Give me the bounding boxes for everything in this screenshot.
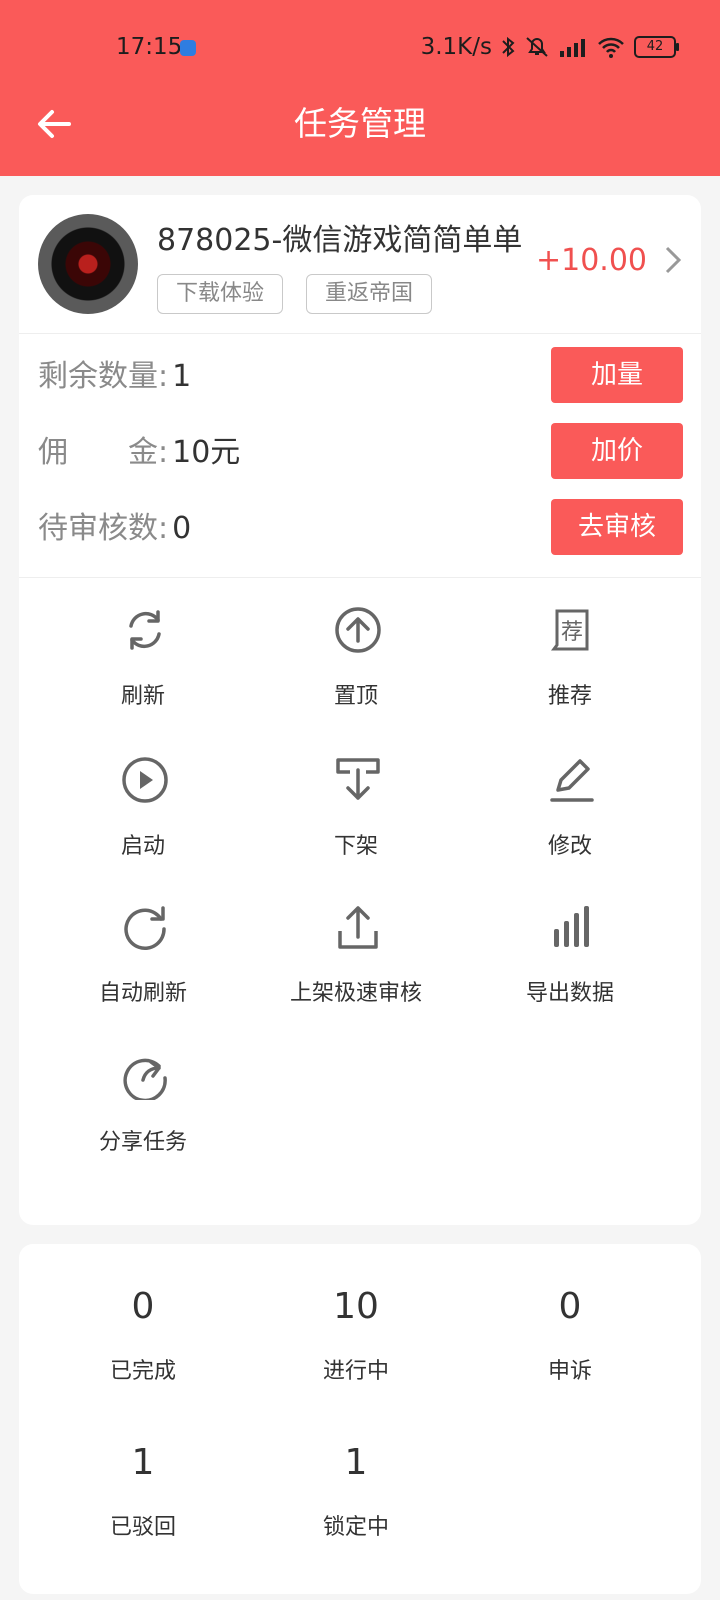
- stat-value: 1: [131, 1442, 155, 1483]
- page-title: 任务管理: [294, 104, 426, 143]
- recommend-icon: 荐: [551, 609, 589, 651]
- stat-value: 10: [333, 1286, 379, 1327]
- stat-locked[interactable]: 1 锁定中: [249, 1442, 463, 1541]
- go-review-button[interactable]: 去审核: [551, 499, 683, 555]
- op-fast-review[interactable]: 上架极速审核: [249, 875, 463, 1006]
- op-refresh[interactable]: 刷新: [36, 578, 250, 709]
- op-label: 置顶: [333, 684, 378, 709]
- stat-label: 进行中: [322, 1359, 389, 1384]
- commission-label: 佣 金:: [38, 435, 169, 470]
- op-label: 修改: [547, 834, 592, 859]
- task-tag: 重返帝国: [306, 274, 433, 314]
- op-label: 下架: [333, 834, 378, 859]
- commission-row: 佣 金: 10元: [38, 427, 240, 471]
- op-pin-top[interactable]: 置顶: [249, 578, 463, 709]
- remaining-label: 剩余数量:: [38, 359, 169, 394]
- app-header: 17:15 3.1K/s 42 任务管理: [0, 0, 720, 176]
- commission-value: 10元: [172, 435, 241, 470]
- battery-icon: 42: [634, 36, 679, 58]
- task-title: 878025-微信游戏简简单单: [157, 223, 523, 258]
- op-label: 推荐: [547, 684, 592, 709]
- stat-value: 0: [131, 1286, 155, 1327]
- stat-appeal[interactable]: 0 申诉: [463, 1286, 677, 1385]
- task-header[interactable]: 878025-微信游戏简简单单 下载体验 重返帝国 +10.00: [19, 195, 701, 334]
- op-start[interactable]: 启动: [36, 728, 250, 859]
- stat-completed[interactable]: 0 已完成: [36, 1286, 250, 1385]
- bar-chart-icon: [554, 906, 589, 947]
- auto-refresh-icon: [124, 906, 166, 950]
- remaining-row: 剩余数量: 1: [38, 351, 191, 395]
- op-recommend[interactable]: 荐 推荐: [463, 578, 677, 709]
- stat-value: 0: [558, 1286, 582, 1327]
- refresh-icon: [129, 610, 161, 650]
- status-bar: 17:15 3.1K/s 42: [0, 30, 720, 66]
- network-speed: 3.1K/s: [420, 34, 492, 60]
- stat-in-progress[interactable]: 10 进行中: [249, 1286, 463, 1385]
- status-right: 3.1K/s 42: [420, 34, 679, 60]
- op-edit[interactable]: 修改: [463, 728, 677, 859]
- task-avatar: [38, 214, 138, 314]
- bluetooth-icon: [502, 36, 515, 58]
- add-quantity-button[interactable]: 加量: [551, 347, 683, 403]
- stat-label: 已驳回: [109, 1515, 176, 1540]
- op-label: 启动: [120, 834, 165, 859]
- op-label: 上架极速审核: [289, 981, 422, 1006]
- remaining-value: 1: [172, 359, 192, 394]
- stat-label: 申诉: [547, 1359, 592, 1384]
- chevron-right-icon: [665, 246, 682, 274]
- task-price: +10.00: [535, 243, 647, 278]
- arrow-up-circle-icon: [335, 607, 381, 653]
- task-card: 878025-微信游戏简简单单 下载体验 重返帝国 +10.00 剩余数量: 1 …: [19, 195, 701, 1225]
- status-time: 17:15: [116, 34, 183, 60]
- play-icon: [122, 757, 168, 803]
- op-share[interactable]: 分享任务: [36, 1024, 250, 1155]
- upload-icon: [338, 906, 378, 949]
- add-price-button[interactable]: 加价: [551, 423, 683, 479]
- stat-value: 1: [344, 1442, 368, 1483]
- op-label: 自动刷新: [98, 981, 187, 1006]
- download-tray-icon: [336, 758, 380, 800]
- stat-rejected[interactable]: 1 已驳回: [36, 1442, 250, 1541]
- pending-row: 待审核数: 0: [38, 503, 191, 547]
- edit-icon: [550, 759, 594, 802]
- task-tag: 下载体验: [157, 274, 284, 314]
- share-icon: [123, 1058, 167, 1100]
- stats-card: 0 已完成 10 进行中 0 申诉 1 已驳回 1 锁定中: [19, 1244, 701, 1594]
- notification-app-icon: [180, 40, 196, 56]
- mute-icon: [526, 37, 548, 57]
- op-take-down[interactable]: 下架: [249, 728, 463, 859]
- op-export[interactable]: 导出数据: [463, 875, 677, 1006]
- pending-label: 待审核数:: [38, 511, 169, 546]
- op-auto-refresh[interactable]: 自动刷新: [36, 875, 250, 1006]
- task-info: 剩余数量: 1 佣 金: 10元 待审核数: 0 加量 加价 去审核: [19, 333, 701, 578]
- pending-value: 0: [172, 511, 192, 546]
- signal-icon: [560, 39, 585, 57]
- svg-text:荐: 荐: [561, 620, 583, 645]
- stat-label: 已完成: [109, 1359, 176, 1384]
- op-label: 导出数据: [525, 981, 614, 1006]
- wifi-icon: [598, 37, 624, 58]
- op-label: 刷新: [120, 684, 165, 709]
- op-label: 分享任务: [98, 1130, 187, 1155]
- stat-label: 锁定中: [322, 1515, 389, 1540]
